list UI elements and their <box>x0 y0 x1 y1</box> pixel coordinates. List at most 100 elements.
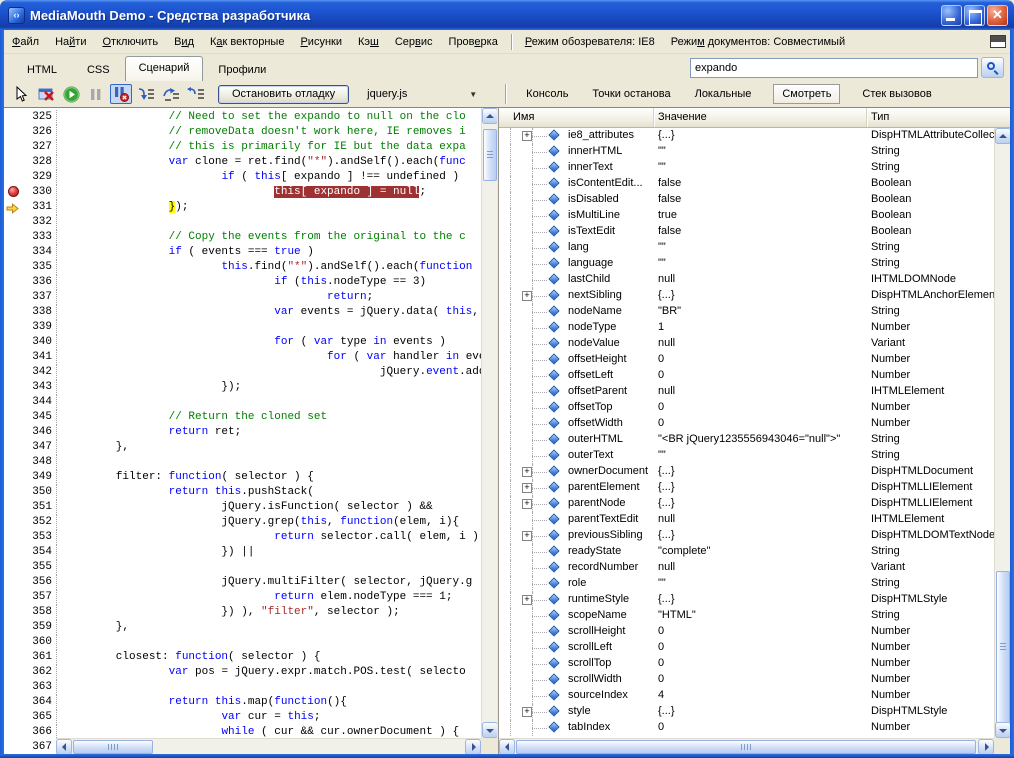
watch-row[interactable]: nodeType1Number <box>499 320 994 336</box>
tab-профили[interactable]: Профили <box>203 59 281 81</box>
expand-icon[interactable]: + <box>522 595 532 605</box>
panel-tab-локальные[interactable]: Локальные <box>693 85 754 103</box>
menu-item[interactable]: Сервис <box>387 33 441 51</box>
breakpoint-gutter[interactable] <box>4 485 24 500</box>
breakpoint-gutter[interactable] <box>4 185 24 200</box>
close-button[interactable] <box>987 5 1008 26</box>
breakpoint-gutter[interactable] <box>4 650 24 665</box>
breakpoint-gutter[interactable] <box>4 305 24 320</box>
breakpoint-gutter[interactable] <box>4 335 24 350</box>
breakpoint-gutter[interactable] <box>4 620 24 635</box>
breakpoint-gutter[interactable] <box>4 515 24 530</box>
watch-row[interactable]: lang""String <box>499 240 994 256</box>
watch-row[interactable]: +ownerDocument{...}DispHTMLDocument <box>499 464 994 480</box>
watch-row[interactable]: isTextEditfalseBoolean <box>499 224 994 240</box>
breakpoint-gutter[interactable] <box>4 275 24 290</box>
breakpoint-gutter[interactable] <box>4 560 24 575</box>
script-file-dropdown[interactable]: jquery.js ▼ <box>363 86 481 102</box>
scroll-right-button[interactable] <box>978 739 994 754</box>
breakpoint-gutter[interactable] <box>4 680 24 695</box>
tab-css[interactable]: CSS <box>72 59 125 81</box>
editor-hscroll-thumb[interactable] <box>73 740 153 754</box>
watch-vertical-scrollbar[interactable] <box>994 128 1010 738</box>
watch-row[interactable]: recordNumbernullVariant <box>499 560 994 576</box>
watch-row[interactable]: +nextSibling{...}DispHTMLAnchorElement <box>499 288 994 304</box>
column-header-value[interactable]: Значение <box>654 108 867 127</box>
breakpoint-gutter[interactable] <box>4 500 24 515</box>
menu-item[interactable]: Проверка <box>441 33 506 51</box>
watch-row[interactable]: +parentElement{...}DispHTMLLIElement <box>499 480 994 496</box>
breakpoint-gutter[interactable] <box>4 440 24 455</box>
breakpoint-gutter[interactable] <box>4 740 24 754</box>
breakpoint-gutter[interactable] <box>4 575 24 590</box>
scroll-up-button[interactable] <box>482 108 497 124</box>
watch-row[interactable]: isDisabledfalseBoolean <box>499 192 994 208</box>
watch-row[interactable]: offsetParentnullIHTMLElement <box>499 384 994 400</box>
scroll-up-button[interactable] <box>995 128 1010 144</box>
breakpoint-gutter[interactable] <box>4 590 24 605</box>
watch-row[interactable]: scrollWidth0Number <box>499 672 994 688</box>
panel-tab-точки-останова[interactable]: Точки останова <box>590 85 672 103</box>
breakpoint-gutter[interactable] <box>4 710 24 725</box>
watch-row[interactable]: innerHTML""String <box>499 144 994 160</box>
menu-item[interactable]: Как векторные <box>202 33 292 51</box>
select-element-pointer-icon[interactable] <box>10 84 32 104</box>
breakpoint-gutter[interactable] <box>4 530 24 545</box>
expand-icon[interactable]: + <box>522 531 532 541</box>
watch-row[interactable]: offsetTop0Number <box>499 400 994 416</box>
watch-row[interactable]: offsetLeft0Number <box>499 368 994 384</box>
continue-run-icon[interactable] <box>60 84 82 104</box>
panel-tab-консоль[interactable]: Консоль <box>524 85 570 103</box>
breakpoint-gutter[interactable] <box>4 725 24 740</box>
breakpoint-gutter[interactable] <box>4 665 24 680</box>
expand-icon[interactable]: + <box>522 707 532 717</box>
watch-row[interactable]: scrollLeft0Number <box>499 640 994 656</box>
pause-icon[interactable] <box>85 84 107 104</box>
breakpoint-gutter[interactable] <box>4 635 24 650</box>
watch-row[interactable]: +previousSibling{...}DispHTMLDOMTextNode <box>499 528 994 544</box>
watch-row[interactable]: nodeValuenullVariant <box>499 336 994 352</box>
menu-item[interactable]: Рисунки <box>292 33 350 51</box>
menu-item[interactable]: Отключить <box>94 33 166 51</box>
watch-row[interactable]: outerText""String <box>499 448 994 464</box>
menu-mode-item[interactable]: Режим обозревателя: IE8 <box>517 33 663 51</box>
breakpoint-gutter[interactable] <box>4 230 24 245</box>
expand-icon[interactable]: + <box>522 483 532 493</box>
search-input[interactable] <box>690 58 978 78</box>
breakpoint-gutter[interactable] <box>4 470 24 485</box>
watch-row[interactable]: isContentEdit...falseBoolean <box>499 176 994 192</box>
breakpoint-gutter[interactable] <box>4 140 24 155</box>
expand-icon[interactable]: + <box>522 467 532 477</box>
watch-row[interactable]: sourceIndex4Number <box>499 688 994 704</box>
editor-horizontal-scrollbar[interactable] <box>56 738 481 754</box>
column-header-type[interactable]: Тип <box>867 108 1010 127</box>
breakpoint-gutter[interactable] <box>4 425 24 440</box>
expand-icon[interactable]: + <box>522 499 532 509</box>
watch-row[interactable]: innerText""String <box>499 160 994 176</box>
scroll-right-button[interactable] <box>465 739 481 754</box>
watch-row[interactable]: tabIndex0Number <box>499 720 994 736</box>
watch-row[interactable]: readyState"complete"String <box>499 544 994 560</box>
watch-row[interactable]: scopeName"HTML"String <box>499 608 994 624</box>
breakpoint-gutter[interactable] <box>4 365 24 380</box>
breakpoint-gutter[interactable] <box>4 320 24 335</box>
watch-row[interactable]: +style{...}DispHTMLStyle <box>499 704 994 720</box>
step-over-icon[interactable] <box>160 84 182 104</box>
menu-item[interactable]: Вид <box>166 33 202 51</box>
expand-icon[interactable]: + <box>522 131 532 141</box>
maximize-button[interactable] <box>964 5 985 26</box>
breakpoint-gutter[interactable] <box>4 260 24 275</box>
unpin-window-icon[interactable] <box>990 35 1006 48</box>
breakpoint-gutter[interactable] <box>4 605 24 620</box>
breakpoint-gutter[interactable] <box>4 695 24 710</box>
breakpoint-gutter[interactable] <box>4 290 24 305</box>
step-out-icon[interactable] <box>185 84 207 104</box>
scroll-down-button[interactable] <box>995 722 1010 738</box>
watch-row[interactable]: scrollTop0Number <box>499 656 994 672</box>
tab-html[interactable]: HTML <box>12 59 72 81</box>
tab-сценарий[interactable]: Сценарий <box>125 56 204 81</box>
watch-row[interactable]: +ie8_attributes{...}DispHTMLAttributeCol… <box>499 128 994 144</box>
watch-vscroll-thumb[interactable] <box>996 571 1010 723</box>
watch-horizontal-scrollbar[interactable] <box>499 738 994 754</box>
minimize-button[interactable] <box>941 5 962 26</box>
